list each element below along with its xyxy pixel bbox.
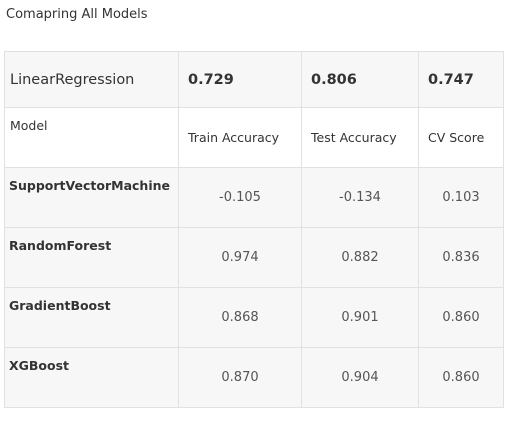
table-row: RandomForest 0.974 0.882 0.836 bbox=[4, 227, 504, 288]
model-name-cell: LinearRegression bbox=[4, 51, 179, 108]
train-accuracy-cell: -0.105 bbox=[178, 167, 302, 228]
model-name-cell: GradientBoost bbox=[4, 287, 179, 348]
table-row-linear-regression: LinearRegression 0.729 0.806 0.747 bbox=[4, 51, 504, 108]
table-row: XGBoost 0.870 0.904 0.860 bbox=[4, 347, 504, 408]
cv-score-cell: 0.860 bbox=[418, 347, 504, 408]
model-name-cell: XGBoost bbox=[4, 347, 179, 408]
table-row: SupportVectorMachine -0.105 -0.134 0.103 bbox=[4, 167, 504, 228]
column-header-test-accuracy: Test Accuracy bbox=[301, 107, 419, 168]
model-name-cell: SupportVectorMachine bbox=[4, 167, 179, 228]
table-row: GradientBoost 0.868 0.901 0.860 bbox=[4, 287, 504, 348]
cv-score-cell: 0.747 bbox=[418, 51, 504, 108]
train-accuracy-cell: 0.729 bbox=[178, 51, 302, 108]
test-accuracy-cell: 0.882 bbox=[301, 227, 419, 288]
test-accuracy-cell: 0.904 bbox=[301, 347, 419, 408]
test-accuracy-cell: 0.901 bbox=[301, 287, 419, 348]
models-comparison-table: LinearRegression 0.729 0.806 0.747 Model… bbox=[4, 51, 504, 408]
table-header-row: Model Train Accuracy Test Accuracy CV Sc… bbox=[4, 107, 504, 168]
cv-score-cell: 0.836 bbox=[418, 227, 504, 288]
column-header-cv-score: CV Score bbox=[418, 107, 504, 168]
column-header-model: Model bbox=[4, 107, 179, 168]
train-accuracy-cell: 0.870 bbox=[178, 347, 302, 408]
page-heading: Comapring All Models bbox=[6, 7, 148, 22]
train-accuracy-cell: 0.868 bbox=[178, 287, 302, 348]
train-accuracy-cell: 0.974 bbox=[178, 227, 302, 288]
cv-score-cell: 0.103 bbox=[418, 167, 504, 228]
test-accuracy-cell: 0.806 bbox=[301, 51, 419, 108]
column-header-train-accuracy: Train Accuracy bbox=[178, 107, 302, 168]
test-accuracy-cell: -0.134 bbox=[301, 167, 419, 228]
cv-score-cell: 0.860 bbox=[418, 287, 504, 348]
model-name-cell: RandomForest bbox=[4, 227, 179, 288]
